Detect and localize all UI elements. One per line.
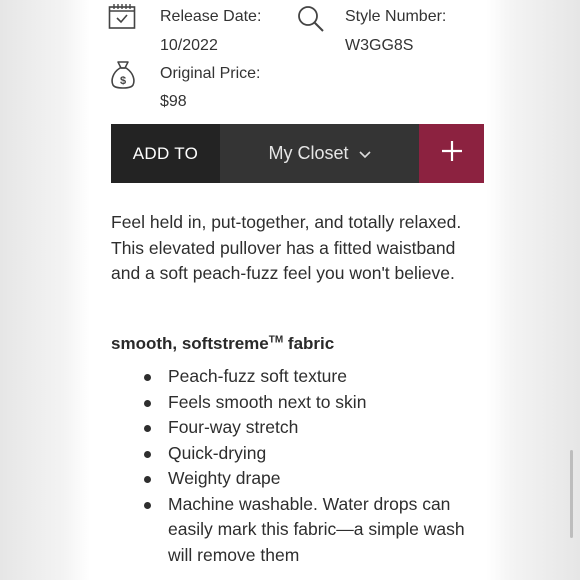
style-number-value: W3GG8S: [345, 37, 414, 54]
original-price-label: Original Price:: [160, 65, 261, 82]
fabric-heading-text: smooth, softstreme: [111, 334, 269, 353]
trademark-mark: TM: [268, 334, 284, 346]
list-item: Quick-drying: [111, 441, 483, 467]
fabric-features-list: Peach-fuzz soft texture Feels smooth nex…: [111, 364, 483, 568]
add-to-label: ADD TO: [132, 143, 199, 163]
scrollbar-thumb[interactable]: [570, 450, 573, 538]
fabric-heading-suffix: fabric: [283, 334, 335, 353]
original-price-value: $98: [160, 93, 187, 110]
product-description: Feel held in, put-together, and totally …: [111, 212, 462, 283]
svg-text:$: $: [120, 75, 126, 87]
plus-icon: [441, 140, 463, 167]
list-item: Weighty drape: [111, 466, 483, 492]
list-item: Peach-fuzz soft texture: [111, 364, 483, 390]
search-icon: [296, 4, 326, 39]
release-date-label: Release Date:: [160, 8, 262, 25]
closet-select[interactable]: My Closet: [220, 124, 419, 183]
fabric-heading: smooth, softstremeTM fabric: [111, 334, 334, 354]
style-number-label: Style Number:: [345, 8, 447, 25]
chevron-down-icon: [358, 143, 371, 164]
add-to-button[interactable]: ADD TO: [111, 124, 220, 183]
money-bag-icon: $: [109, 59, 137, 96]
add-to-closet-bar: ADD TO My Closet: [111, 124, 484, 183]
add-to-closet-plus-button[interactable]: [419, 124, 484, 183]
list-item: Four-way stretch: [111, 415, 483, 441]
right-backdrop: [486, 0, 580, 580]
release-date-value: 10/2022: [160, 37, 218, 54]
product-details-card: Release Date: 10/2022 Style Number: W3GG…: [90, 0, 486, 580]
closet-select-label: My Closet: [268, 143, 349, 163]
list-item: Feels smooth next to skin: [111, 390, 483, 416]
left-backdrop: [0, 0, 90, 580]
list-item: Machine washable. Water drops can easily…: [111, 492, 483, 569]
calendar-icon: [108, 2, 136, 35]
